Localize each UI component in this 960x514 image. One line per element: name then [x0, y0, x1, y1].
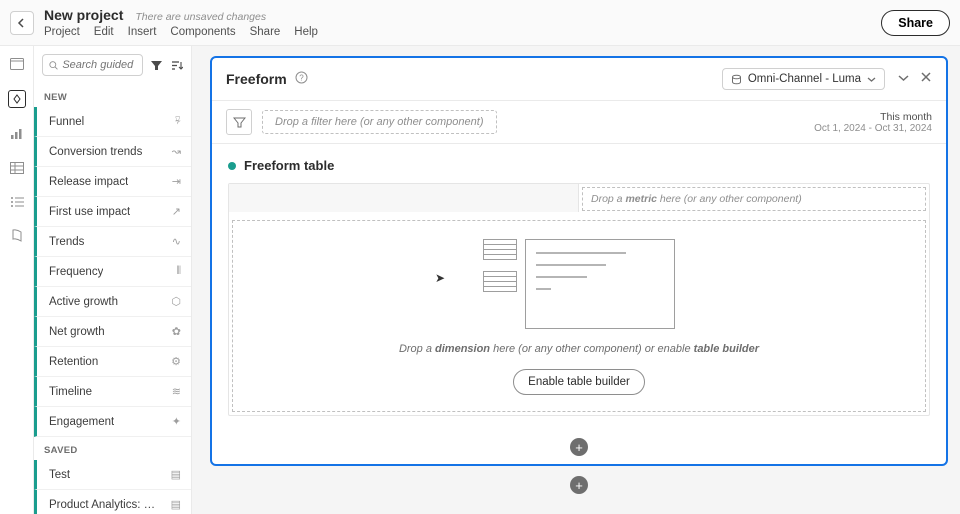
- sidebar-item-net-growth[interactable]: Net growth✿: [34, 317, 191, 347]
- enable-table-builder-button[interactable]: Enable table builder: [513, 369, 645, 395]
- menu-help[interactable]: Help: [294, 26, 318, 38]
- section-saved-label: SAVED: [34, 437, 191, 460]
- sidebar-item-frequency[interactable]: Frequency⫴: [34, 257, 191, 287]
- sidebar-item-engagement[interactable]: Engagement✦: [34, 407, 191, 437]
- viz-color-dot: [228, 162, 236, 170]
- section-new-label: NEW: [34, 84, 191, 107]
- metric-drop-zone[interactable]: Drop a metric here (or any other compone…: [582, 187, 926, 211]
- table-icon[interactable]: [9, 160, 25, 176]
- retention-icon: ⚙: [171, 355, 181, 368]
- add-visualization-button[interactable]: +: [570, 438, 588, 456]
- left-rail: [0, 46, 34, 514]
- search-input[interactable]: [62, 59, 136, 71]
- info-icon[interactable]: ?: [295, 71, 308, 87]
- close-icon[interactable]: [920, 71, 932, 87]
- dimension-hint: Drop a dimension here (or any other comp…: [399, 343, 759, 355]
- search-icon: [49, 60, 58, 71]
- impact-icon: ⇥: [172, 175, 181, 188]
- sidebar-item-trends[interactable]: Trends∿: [34, 227, 191, 257]
- sort-icon[interactable]: [169, 58, 183, 72]
- saved-icon: ▤: [171, 498, 181, 511]
- trends-icon: ∿: [172, 235, 181, 248]
- saved-icon: ▤: [171, 468, 181, 481]
- dataview-selector[interactable]: Omni-Channel - Luma: [722, 68, 885, 90]
- sidebar-item-release-impact[interactable]: Release impact⇥: [34, 167, 191, 197]
- collapse-icon[interactable]: [897, 71, 910, 87]
- search-wrapper[interactable]: [42, 54, 143, 76]
- frequency-icon: ⫴: [176, 265, 181, 278]
- add-panel-button[interactable]: +: [570, 476, 588, 494]
- first-use-icon: ↗: [172, 205, 181, 218]
- menu-insert[interactable]: Insert: [128, 26, 157, 38]
- freeform-table-title[interactable]: Freeform table: [244, 158, 334, 173]
- timeline-icon: ≋: [172, 385, 181, 398]
- drop-filter-zone[interactable]: Drop a filter here (or any other compone…: [262, 110, 497, 134]
- component-sidebar: NEW Funnel⍫ Conversion trends↝ Release i…: [34, 46, 192, 514]
- menu-edit[interactable]: Edit: [94, 26, 114, 38]
- guided-analysis-icon[interactable]: [8, 90, 26, 108]
- funnel-icon: ⍫: [174, 115, 181, 128]
- net-growth-icon: ✿: [172, 325, 181, 338]
- menu-project[interactable]: Project: [44, 26, 80, 38]
- sidebar-item-product-analytics[interactable]: Product Analytics: Campai…▤: [34, 490, 191, 514]
- date-range[interactable]: This month Oct 1, 2024 - Oct 31, 2024: [814, 111, 932, 134]
- trend-icon: ↝: [172, 145, 181, 158]
- growth-icon: ⬡: [171, 295, 181, 308]
- filter-icon[interactable]: [149, 58, 163, 72]
- dataview-label: Omni-Channel - Luma: [748, 73, 861, 85]
- sidebar-item-active-growth[interactable]: Active growth⬡: [34, 287, 191, 317]
- title-area: New project There are unsaved changes Pr…: [44, 7, 881, 38]
- freeform-panel: Freeform ? Omni-Channel - Luma Drop a fi…: [210, 56, 948, 466]
- sidebar-item-first-use-impact[interactable]: First use impact↗: [34, 197, 191, 227]
- svg-text:?: ?: [299, 74, 304, 83]
- panel-icon[interactable]: [9, 56, 25, 72]
- list-icon[interactable]: [9, 194, 25, 210]
- sidebar-item-retention[interactable]: Retention⚙: [34, 347, 191, 377]
- project-title[interactable]: New project: [44, 7, 123, 23]
- filter-zone-icon[interactable]: [226, 109, 252, 135]
- date-label: This month: [814, 111, 932, 123]
- menu-components[interactable]: Components: [170, 26, 235, 38]
- sidebar-item-funnel[interactable]: Funnel⍫: [34, 107, 191, 137]
- chevron-down-icon: [867, 75, 876, 84]
- unsaved-changes-label: There are unsaved changes: [135, 11, 266, 23]
- back-button[interactable]: [10, 11, 34, 35]
- share-button[interactable]: Share: [881, 10, 950, 36]
- table-placeholder-image: [483, 239, 675, 329]
- freeform-table: Drop a metric here (or any other compone…: [228, 183, 930, 416]
- dimension-drop-zone[interactable]: Drop a dimension here (or any other comp…: [232, 220, 926, 412]
- dimension-header-cell[interactable]: [229, 184, 579, 212]
- date-range-text: Oct 1, 2024 - Oct 31, 2024: [814, 123, 932, 134]
- panel-title[interactable]: Freeform: [226, 71, 287, 87]
- data-icon: [731, 74, 742, 85]
- menu-share[interactable]: Share: [250, 26, 281, 38]
- engagement-icon: ✦: [172, 415, 181, 428]
- sidebar-item-conversion-trends[interactable]: Conversion trends↝: [34, 137, 191, 167]
- sidebar-item-timeline[interactable]: Timeline≋: [34, 377, 191, 407]
- menubar: Project Edit Insert Components Share Hel…: [44, 26, 881, 38]
- sidebar-item-test[interactable]: Test▤: [34, 460, 191, 490]
- data-dictionary-icon[interactable]: [9, 228, 25, 244]
- visualizations-icon[interactable]: [9, 126, 25, 142]
- canvas: Freeform ? Omni-Channel - Luma Drop a fi…: [192, 46, 960, 514]
